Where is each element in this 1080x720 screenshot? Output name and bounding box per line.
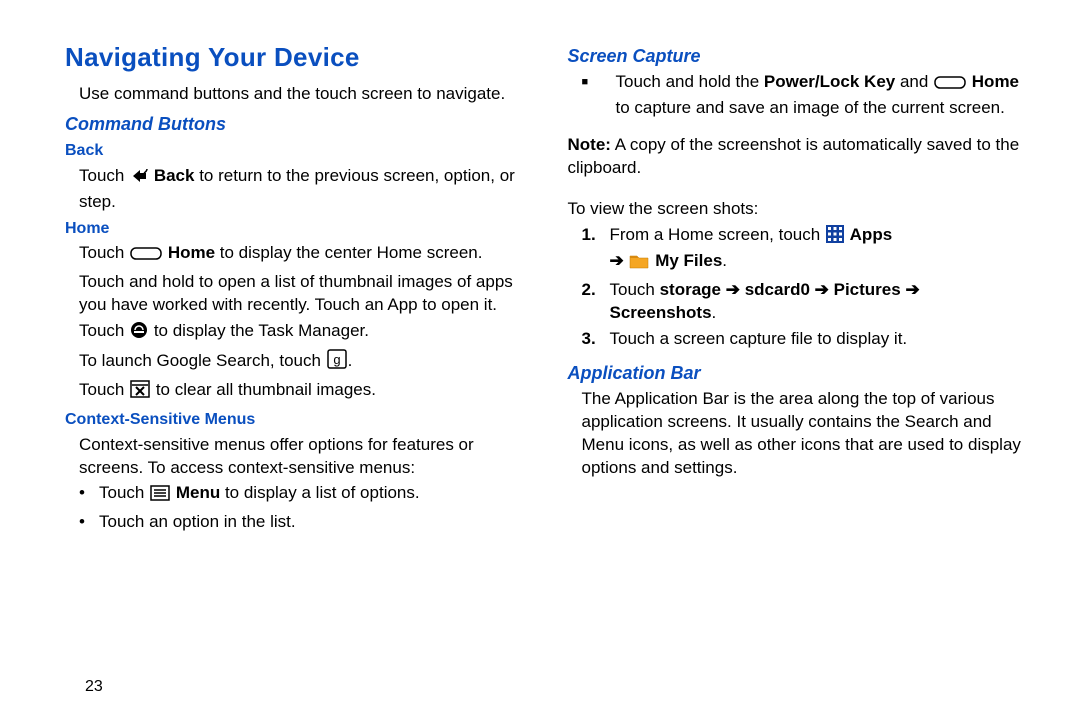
home-line5: Touch to clear all thumbnail images.: [79, 379, 528, 405]
step-1: 1. From a Home screen, touch Apps ➔ My F…: [582, 224, 1031, 276]
step-2: 2. Touch storage ➔ sdcard0 ➔ Pictures ➔ …: [582, 279, 1031, 325]
command-buttons-heading: Command Buttons: [65, 112, 528, 136]
screen-capture-bullet: ■ Touch and hold the Power/Lock Key and …: [582, 71, 1031, 120]
home-line3: Touch to display the Task Manager.: [79, 320, 528, 346]
left-column: Navigating Your Device Use command butto…: [65, 40, 528, 537]
home-button-icon: [934, 74, 966, 97]
page-number: 23: [85, 676, 103, 698]
square-bullet-icon: ■: [582, 71, 616, 120]
home-line4: To launch Google Search, touch g.: [79, 349, 528, 376]
svg-text:g: g: [333, 352, 340, 367]
home-line1: Touch Home to display the center Home sc…: [79, 242, 528, 268]
right-column: Screen Capture ■ Touch and hold the Powe…: [568, 40, 1031, 537]
apps-grid-icon: [826, 225, 844, 250]
view-intro: To view the screen shots:: [568, 198, 1031, 221]
context-menus-heading: Context-Sensitive Menus: [65, 409, 528, 431]
ctx-bullet-1: • Touch Menu to display a list of option…: [79, 482, 528, 508]
task-manager-icon: [130, 321, 148, 346]
ctx-bullet-2: • Touch an option in the list.: [79, 511, 528, 534]
home-heading: Home: [65, 218, 528, 240]
home-line2: Touch and hold to open a list of thumbna…: [79, 271, 528, 317]
context-menus-text: Context-sensitive menus offer options fo…: [79, 434, 528, 480]
page-title: Navigating Your Device: [65, 40, 528, 75]
back-text: Touch Back to return to the previous scr…: [79, 165, 528, 214]
intro-text: Use command buttons and the touch screen…: [79, 83, 528, 106]
home-button-icon: [130, 245, 162, 268]
back-heading: Back: [65, 140, 528, 162]
note-text: Note: A copy of the screenshot is automa…: [568, 134, 1031, 180]
folder-icon: [629, 253, 649, 276]
screen-capture-heading: Screen Capture: [568, 44, 1031, 68]
application-bar-text: The Application Bar is the area along th…: [582, 388, 1031, 480]
application-bar-heading: Application Bar: [568, 361, 1031, 385]
back-icon: [130, 168, 148, 191]
google-search-icon: g: [327, 349, 347, 376]
menu-icon: [150, 485, 170, 508]
clear-thumbnails-icon: [130, 380, 150, 405]
step-3: 3. Touch a screen capture file to displa…: [582, 328, 1031, 351]
